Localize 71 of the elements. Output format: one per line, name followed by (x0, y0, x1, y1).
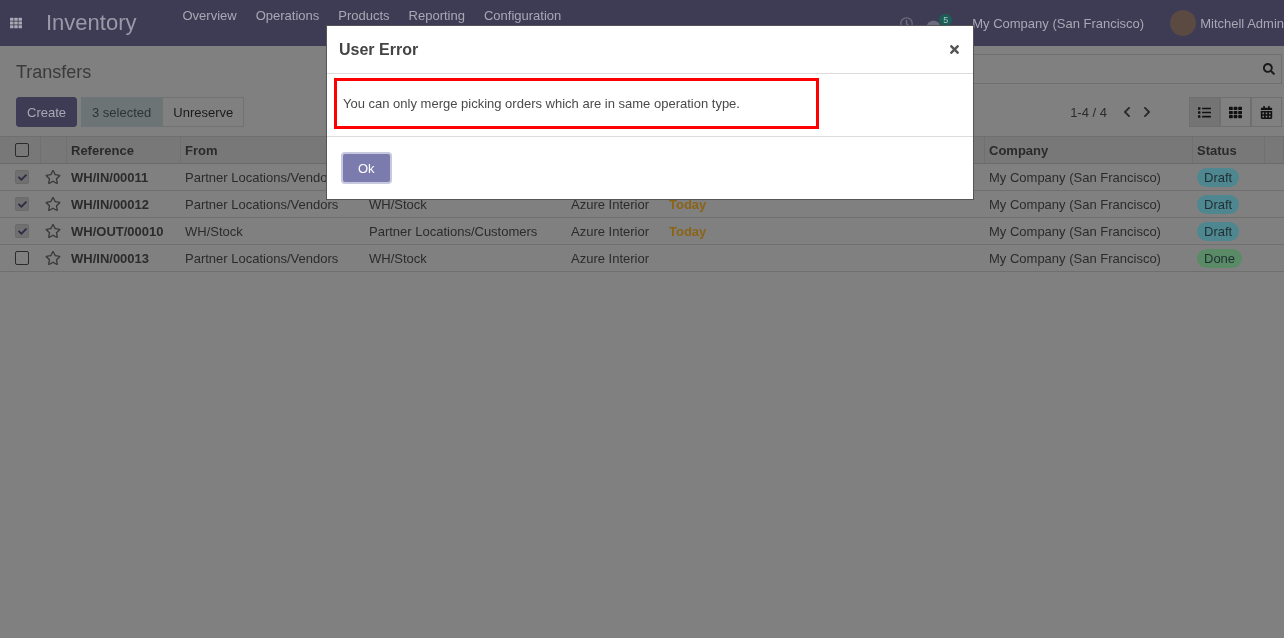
view-switch-button[interactable] (1220, 97, 1251, 127)
search-icon (1263, 63, 1275, 75)
pager-value[interactable]: 1-4 / 4 (1070, 104, 1107, 120)
table-cell-text: Partner Locations/Customers (368, 222, 539, 241)
next-button[interactable] (1141, 106, 1153, 118)
table-cell-text: Today (668, 195, 708, 214)
view-switch-button[interactable] (1189, 97, 1220, 127)
table-cell-text: Partner Locations/Vendors (184, 195, 340, 214)
column-header[interactable]: Status (1193, 137, 1265, 163)
menu-item[interactable]: Products (338, 8, 390, 23)
calendar-icon (1260, 105, 1273, 119)
search-field[interactable] (972, 54, 1282, 84)
ok-button[interactable]: Ok (341, 152, 392, 184)
table-cell-text: WH/Stock (368, 249, 428, 268)
page-title: Transfers (16, 61, 93, 83)
checkbox[interactable] (15, 224, 29, 238)
menu-item[interactable]: Overview (182, 8, 237, 23)
menu-item[interactable]: Operations (255, 8, 320, 23)
checkbox[interactable] (15, 251, 29, 265)
previous-button[interactable] (1121, 106, 1133, 118)
check-icon (17, 226, 27, 236)
column-header[interactable]: Reference (67, 137, 181, 163)
table-cell-text: Today (668, 222, 708, 241)
menu-item[interactable]: Configuration (483, 8, 562, 23)
apps-menu-button[interactable] (8, 15, 24, 31)
status-tag: Draft (1197, 194, 1240, 214)
table-cell-text: WH/IN/00013 (70, 249, 151, 268)
list-icon (1198, 105, 1211, 119)
grid-icon (1229, 105, 1242, 119)
star-icon[interactable] (45, 169, 61, 185)
table-cell-text: WH/IN/00012 (70, 195, 151, 214)
chevron-left-icon (1121, 106, 1133, 118)
error-message: You can only merge picking orders which are in same operation type. (343, 96, 740, 111)
create-button[interactable]: Create (16, 97, 78, 127)
chevron-right-icon (1141, 106, 1153, 118)
table-cell-text: Azure Interior (570, 222, 651, 241)
check-icon (17, 172, 27, 182)
status-tag: Draft (1197, 221, 1240, 241)
table-cell-text: My Company (San Francisco) (988, 222, 1162, 241)
status-tag: Draft (1197, 167, 1240, 187)
table-cell-text: Partner Locations/Vendors (184, 249, 340, 268)
view-switch-button[interactable] (1251, 97, 1282, 127)
app-title: Inventory (46, 10, 137, 36)
user-menu[interactable]: Mitchell Admin (1170, 10, 1284, 36)
table-cell-text: WH/OUT/00010 (70, 222, 165, 241)
status-tag: Done (1197, 248, 1243, 268)
checkbox[interactable] (15, 170, 29, 184)
close-button[interactable] (948, 43, 961, 56)
apps-icon (10, 17, 22, 29)
checkbox[interactable] (15, 197, 29, 211)
menu-item[interactable]: Reporting (408, 8, 465, 23)
table-cell-text: Azure Interior (570, 249, 651, 268)
table-cell-text: My Company (San Francisco) (988, 249, 1162, 268)
star-icon[interactable] (45, 250, 61, 266)
table-cell-text: WH/Stock (184, 222, 244, 241)
table-cell-text: My Company (San Francisco) (988, 168, 1162, 187)
message-count-badge: 5 (939, 13, 953, 26)
avatar (1170, 10, 1197, 36)
selection-counter[interactable]: 3 selected (81, 97, 163, 127)
table-cell-text: WH/Stock (368, 195, 428, 214)
table-cell-text: Azure Interior (570, 195, 651, 214)
unreserve-button[interactable]: Unreserve (162, 97, 245, 127)
column-header[interactable]: Company (985, 137, 1193, 163)
table-cell-text: My Company (San Francisco) (988, 195, 1162, 214)
check-icon (17, 199, 27, 209)
table-cell-text: WH/IN/00011 (70, 168, 150, 187)
close-icon (948, 43, 961, 56)
star-icon[interactable] (45, 196, 61, 212)
checkbox[interactable] (15, 143, 29, 157)
star-icon[interactable] (45, 223, 61, 239)
dialog-title: User Error (339, 40, 419, 59)
